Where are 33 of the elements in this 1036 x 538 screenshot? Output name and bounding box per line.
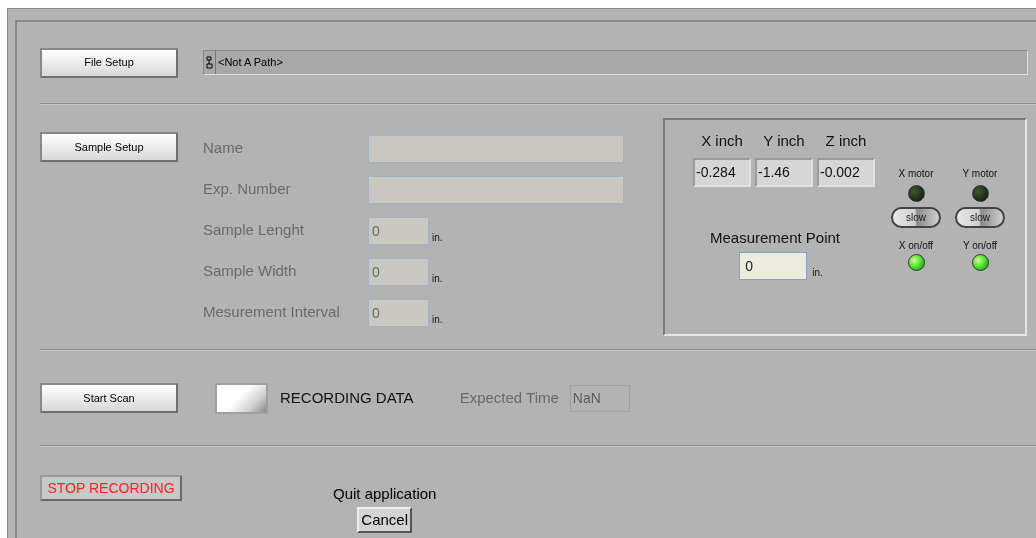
quit-label: Quit application: [333, 484, 437, 504]
speed-switch[interactable]: slow: [891, 207, 941, 228]
field-label: Mesurement Interval: [203, 302, 341, 323]
start-scan-button[interactable]: Start Scan: [40, 383, 178, 413]
motor-enable-label: X on/off: [898, 239, 934, 253]
field-label: Name: [203, 138, 244, 159]
field-label: Sample Width: [203, 261, 298, 282]
motor-label: Y motor: [962, 167, 998, 181]
field-label: Sample Lenght: [203, 220, 305, 241]
axis-value-field: -0.002: [817, 157, 875, 187]
axis-value-field: -0.284: [693, 157, 751, 187]
file-setup-button[interactable]: File Setup: [40, 47, 178, 78]
path-field[interactable]: <Not A Path>: [203, 50, 1028, 75]
unit-label: in.: [432, 272, 443, 286]
sample-setup-button[interactable]: Sample Setup: [40, 132, 178, 162]
expected-time-label: Expected Time: [459, 387, 559, 408]
axis-value-field: -1.46: [755, 157, 813, 187]
field-label: Exp. Number: [203, 179, 292, 200]
measurement-point-field[interactable]: 0: [739, 252, 808, 280]
motor-label: X motor: [898, 167, 934, 181]
axis-label: Y inch: [763, 131, 805, 151]
path-icon[interactable]: [206, 56, 213, 69]
axis-label: Z inch: [825, 131, 867, 151]
axis-label: X inch: [701, 131, 743, 151]
speed-switch[interactable]: slow: [955, 207, 1005, 228]
unit-label: in.: [812, 266, 823, 280]
cancel-button[interactable]: Cancel: [357, 506, 413, 533]
measurement-point-label: Measurement Point: [709, 227, 841, 248]
unit-label: in.: [432, 313, 443, 327]
unit-label: in.: [432, 231, 443, 245]
expected-time-field: NaN: [569, 384, 630, 412]
motor-enable-label: Y on/off: [962, 239, 998, 253]
recording-label: RECORDING DATA: [280, 387, 414, 408]
